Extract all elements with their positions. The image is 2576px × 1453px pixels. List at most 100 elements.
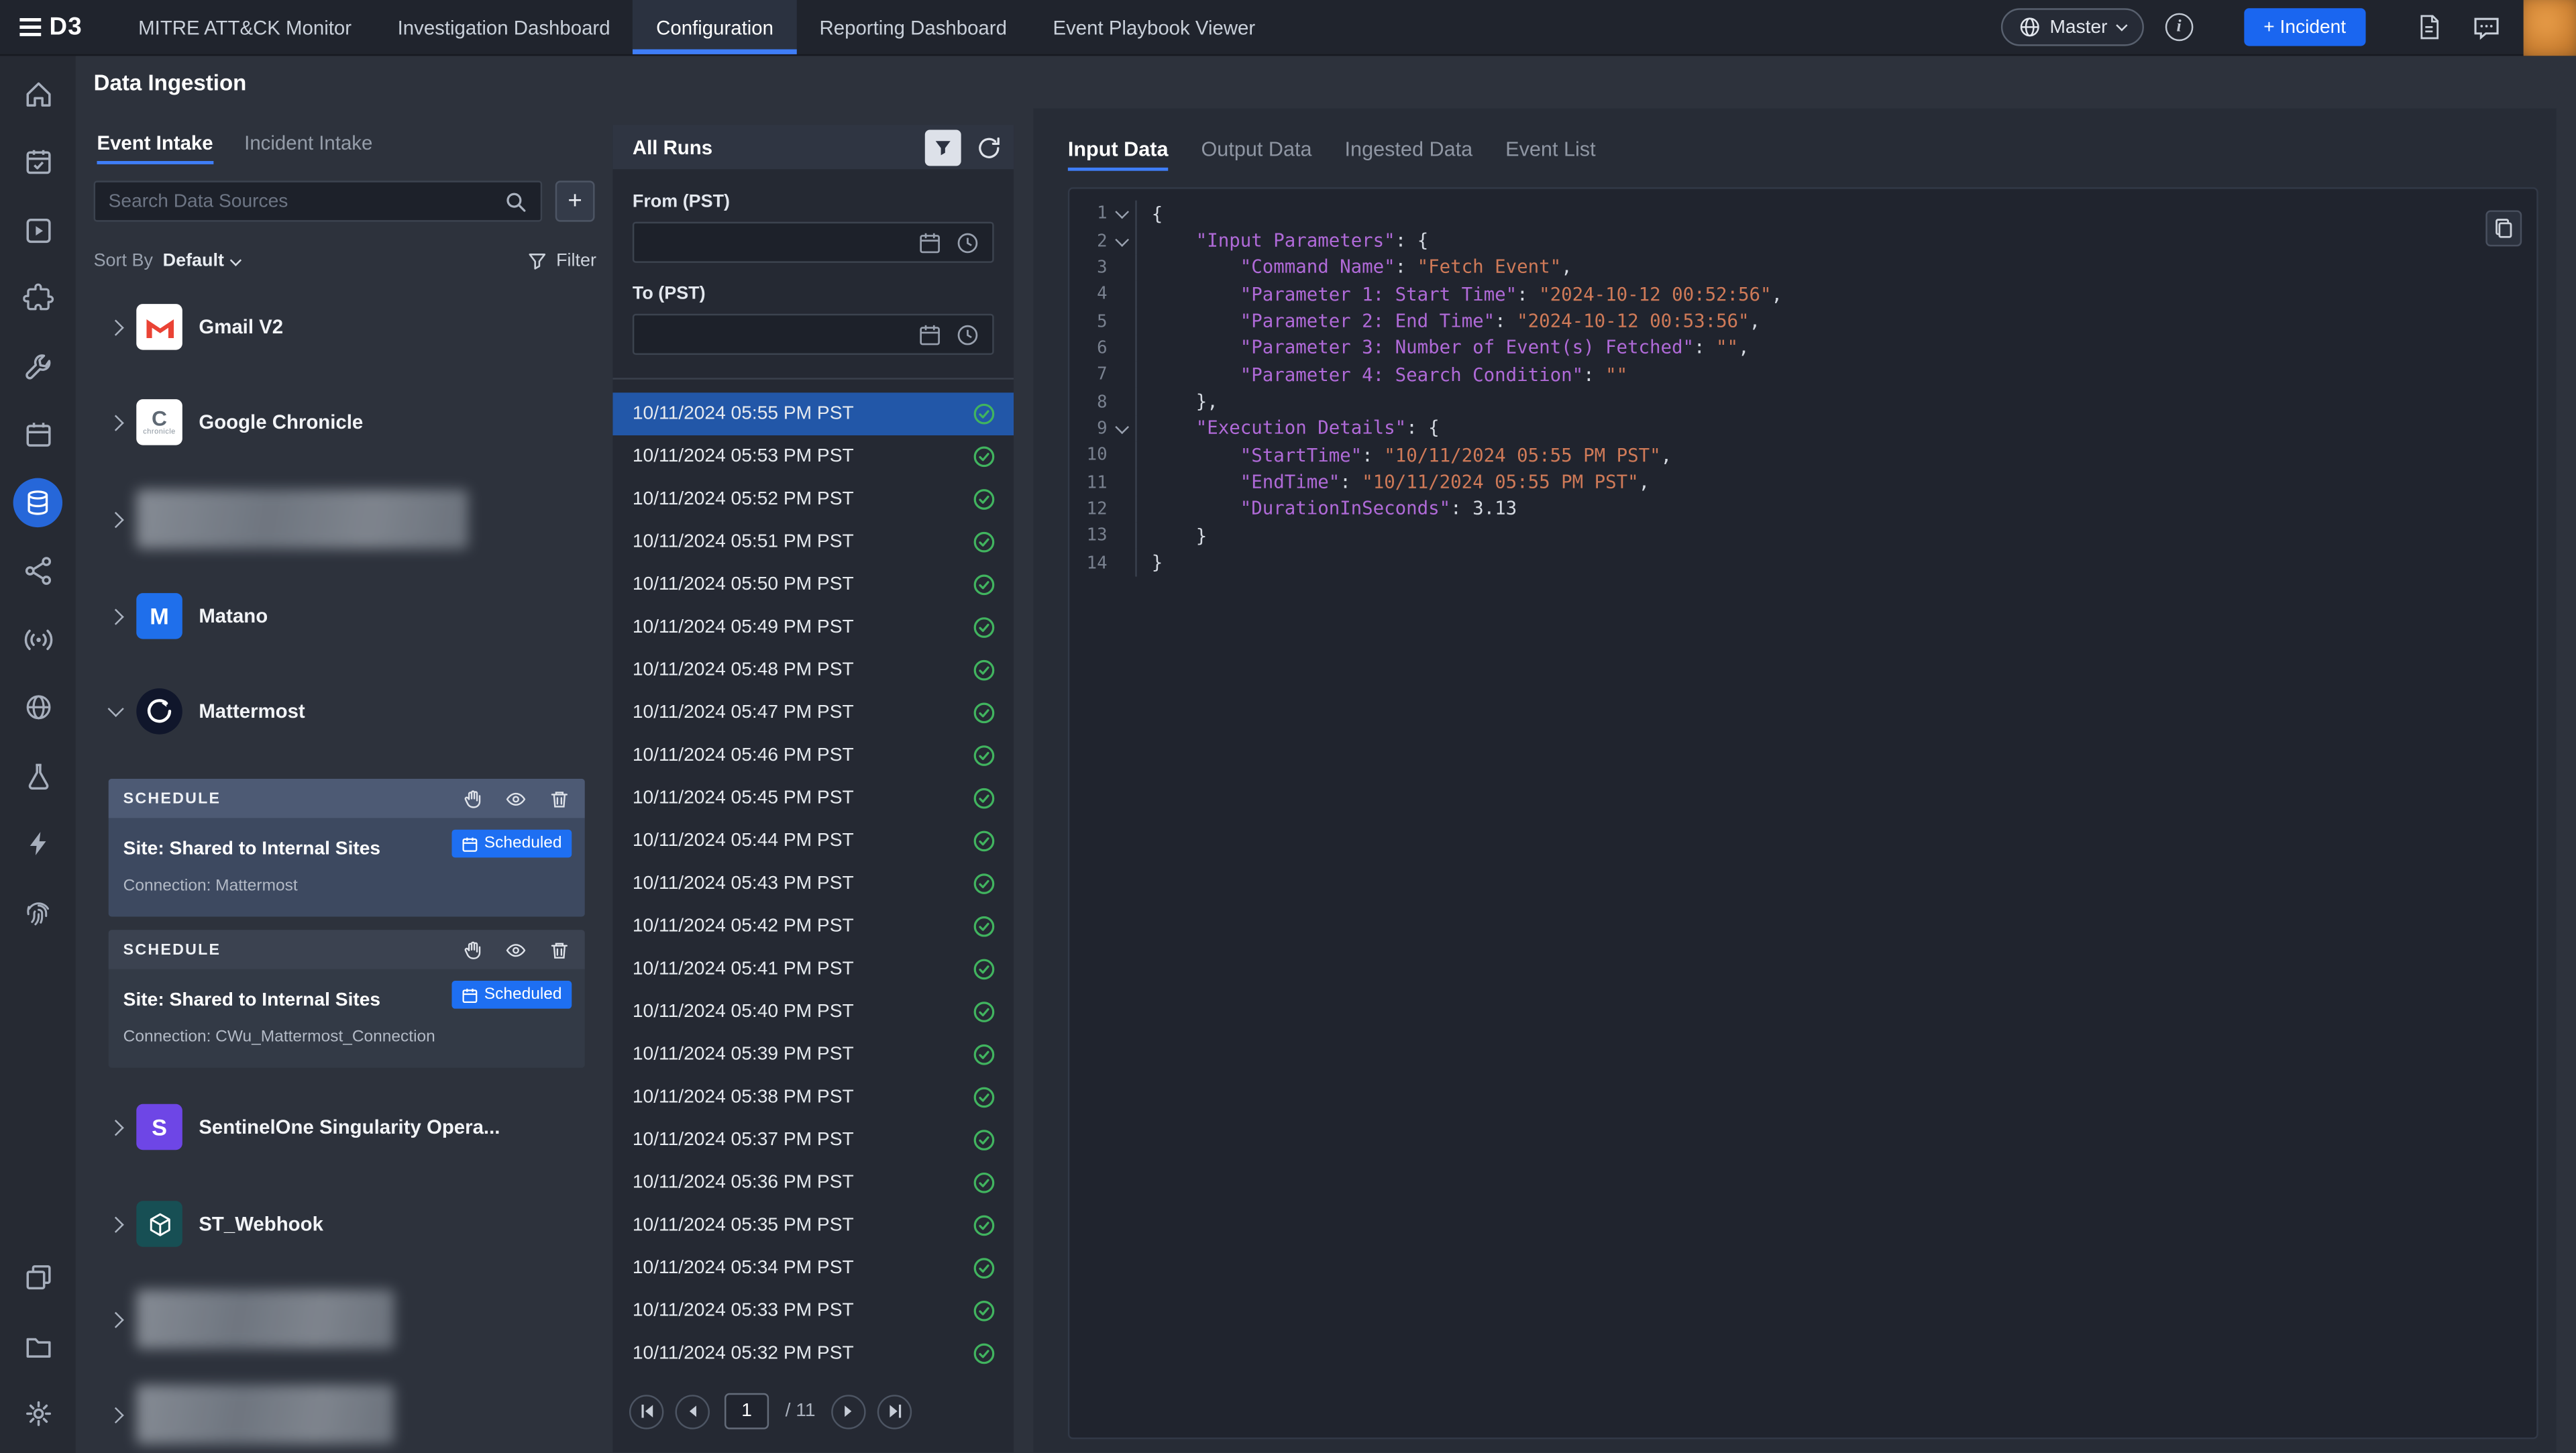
delete-trash-icon[interactable] — [549, 939, 570, 961]
nav-item-investigation-dashboard[interactable]: Investigation Dashboard — [374, 0, 633, 54]
source-row-gmail[interactable]: Gmail V2 — [94, 289, 596, 365]
source-row-google-chronicle[interactable]: Cchronicle Google Chronicle — [94, 384, 596, 460]
chevron-right-icon[interactable] — [94, 1313, 137, 1325]
tab-event-list[interactable]: Event List — [1505, 138, 1595, 171]
view-eye-icon[interactable] — [504, 788, 527, 809]
report-icon[interactable] — [2416, 13, 2441, 42]
run-row[interactable]: 10/11/2024 05:35 PM PST — [612, 1204, 1014, 1247]
windows-copy-icon[interactable] — [21, 1261, 54, 1294]
tab-ingested-data[interactable]: Ingested Data — [1345, 138, 1473, 171]
filter-button[interactable]: Filter — [527, 252, 596, 271]
run-row[interactable]: 10/11/2024 05:44 PM PST — [612, 820, 1014, 863]
run-row[interactable]: 10/11/2024 05:45 PM PST — [612, 777, 1014, 820]
data-ingestion-database-icon[interactable] — [13, 478, 62, 527]
d3-logo[interactable]: D3 — [0, 13, 102, 42]
nav-item-mitre-att-ck-monitor[interactable]: MITRE ATT&CK Monitor — [115, 0, 374, 54]
run-row[interactable]: 10/11/2024 05:55 PM PST — [612, 392, 1014, 435]
flask-icon[interactable] — [21, 759, 54, 792]
tab-input-data[interactable]: Input Data — [1068, 138, 1169, 171]
calendar-icon[interactable] — [21, 418, 54, 451]
source-row-redacted-1[interactable] — [94, 482, 596, 557]
chevron-down-icon[interactable] — [94, 708, 137, 715]
nav-item-reporting-dashboard[interactable]: Reporting Dashboard — [796, 0, 1030, 54]
source-row-st-webhook[interactable]: ST_Webhook — [94, 1186, 596, 1262]
run-row[interactable]: 10/11/2024 05:43 PM PST — [612, 863, 1014, 906]
search-input[interactable] — [109, 191, 495, 211]
user-avatar[interactable] — [2524, 0, 2576, 55]
to-date-input[interactable] — [633, 314, 994, 355]
settings-gear-icon[interactable] — [21, 1397, 54, 1430]
chat-icon[interactable] — [2473, 14, 2501, 40]
last-page-button[interactable] — [878, 1394, 912, 1428]
run-row[interactable]: 10/11/2024 05:41 PM PST — [612, 948, 1014, 991]
run-row[interactable]: 10/11/2024 05:39 PM PST — [612, 1033, 1014, 1076]
fold-chevron-icon[interactable] — [1114, 232, 1128, 246]
code-editor[interactable]: 1{2 "Input Parameters": {3 "Command Name… — [1068, 187, 2538, 1439]
run-row[interactable]: 10/11/2024 05:34 PM PST — [612, 1247, 1014, 1290]
run-row[interactable]: 10/11/2024 05:50 PM PST — [612, 563, 1014, 606]
chevron-right-icon[interactable] — [94, 1218, 137, 1230]
run-row[interactable]: 10/11/2024 05:48 PM PST — [612, 649, 1014, 692]
run-row[interactable]: 10/11/2024 05:46 PM PST — [612, 735, 1014, 777]
nav-item-event-playbook-viewer[interactable]: Event Playbook Viewer — [1030, 0, 1278, 54]
globe-world-icon[interactable] — [21, 691, 54, 724]
clock-icon[interactable] — [956, 231, 979, 254]
fingerprint-icon[interactable] — [21, 896, 54, 928]
source-row-redacted-2[interactable] — [94, 1281, 596, 1357]
chevron-right-icon[interactable] — [94, 321, 137, 333]
folder-icon[interactable] — [21, 1329, 54, 1362]
run-row[interactable]: 10/11/2024 05:52 PM PST — [612, 478, 1014, 521]
chevron-right-icon[interactable] — [94, 610, 137, 622]
clock-icon[interactable] — [956, 323, 979, 345]
integrations-puzzle-icon[interactable] — [21, 282, 54, 315]
chevron-right-icon[interactable] — [94, 417, 137, 428]
hand-icon[interactable] — [462, 939, 483, 961]
run-row[interactable]: 10/11/2024 05:42 PM PST — [612, 905, 1014, 948]
delete-trash-icon[interactable] — [549, 788, 570, 809]
fold-chevron-icon[interactable] — [1114, 420, 1128, 434]
add-incident-button[interactable]: + Incident — [2244, 8, 2366, 46]
from-date-input[interactable] — [633, 222, 994, 263]
home-icon[interactable] — [21, 77, 54, 110]
run-row[interactable]: 10/11/2024 05:53 PM PST — [612, 435, 1014, 478]
calendar-icon[interactable] — [918, 323, 941, 345]
next-page-button[interactable] — [832, 1394, 866, 1428]
run-row[interactable]: 10/11/2024 05:38 PM PST — [612, 1076, 1014, 1119]
prev-page-button[interactable] — [676, 1394, 710, 1428]
page-number-input[interactable]: 1 — [724, 1393, 769, 1430]
refresh-button[interactable] — [976, 134, 1002, 160]
view-eye-icon[interactable] — [504, 939, 527, 961]
run-row[interactable]: 10/11/2024 05:51 PM PST — [612, 521, 1014, 563]
signal-broadcast-icon[interactable] — [21, 623, 54, 655]
run-row[interactable]: 10/11/2024 05:49 PM PST — [612, 606, 1014, 649]
source-row-matano[interactable]: M Matano — [94, 578, 596, 654]
copy-icon[interactable] — [2485, 210, 2522, 246]
chevron-right-icon[interactable] — [94, 1121, 137, 1132]
run-row[interactable]: 10/11/2024 05:32 PM PST — [612, 1332, 1014, 1375]
calendar-check-icon[interactable] — [21, 146, 54, 178]
tab-output-data[interactable]: Output Data — [1201, 138, 1311, 171]
add-source-button[interactable]: + — [555, 180, 595, 221]
automation-bolt-icon[interactable] — [21, 827, 54, 860]
runs-filter-button[interactable] — [925, 129, 961, 165]
run-row[interactable]: 10/11/2024 05:36 PM PST — [612, 1161, 1014, 1204]
run-row[interactable]: 10/11/2024 05:33 PM PST — [612, 1289, 1014, 1332]
link-analysis-icon[interactable] — [21, 555, 54, 588]
calendar-icon[interactable] — [918, 231, 941, 254]
tab-event-intake[interactable]: Event Intake — [97, 131, 213, 161]
chevron-right-icon[interactable] — [94, 1409, 137, 1420]
run-row[interactable]: 10/11/2024 05:37 PM PST — [612, 1119, 1014, 1162]
chevron-right-icon[interactable] — [94, 513, 137, 525]
fold-chevron-icon[interactable] — [1114, 205, 1128, 219]
first-page-button[interactable] — [629, 1394, 663, 1428]
sort-dropdown[interactable]: Default — [163, 252, 241, 271]
info-icon[interactable]: i — [2165, 13, 2193, 42]
nav-item-configuration[interactable]: Configuration — [633, 0, 796, 54]
source-row-redacted-3[interactable] — [94, 1377, 596, 1452]
master-scope-selector[interactable]: Master — [2000, 8, 2143, 46]
schedule-card[interactable]: SCHEDULE Site: Shared to Internal Sites … — [109, 930, 585, 1068]
run-row[interactable]: 10/11/2024 05:40 PM PST — [612, 991, 1014, 1034]
source-row-sentinelone[interactable]: S SentinelOne Singularity Opera... — [94, 1089, 596, 1165]
utility-wrench-icon[interactable] — [21, 350, 54, 383]
schedule-card-selected[interactable]: SCHEDULE Site: Shared to Internal Sites … — [109, 779, 585, 917]
